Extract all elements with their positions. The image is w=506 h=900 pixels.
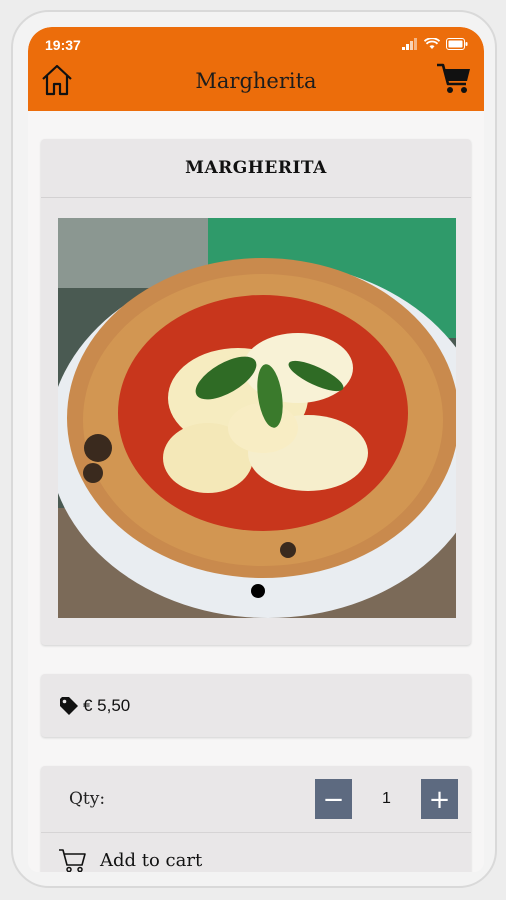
status-icons xyxy=(402,38,468,50)
status-time: 19:37 xyxy=(45,37,81,53)
product-card: MARGHERITA xyxy=(41,139,471,645)
app-screen: 19:37 Margherita MARGHERITA € 5,50 Qty: … xyxy=(28,27,484,872)
cart-icon xyxy=(437,63,470,93)
product-image xyxy=(58,218,456,618)
cart-outline-icon xyxy=(59,849,86,872)
increase-quantity-button[interactable]: + xyxy=(421,779,458,819)
cart-button[interactable] xyxy=(436,61,472,97)
signal-icon xyxy=(402,38,417,50)
add-to-cart-label: Add to cart xyxy=(100,849,203,871)
page-title: Margherita xyxy=(195,69,317,93)
top-app-bar: 19:37 Margherita xyxy=(28,27,484,111)
product-price: € 5,50 xyxy=(83,695,131,715)
add-to-cart-button[interactable]: Add to cart xyxy=(41,833,471,872)
decrease-quantity-button[interactable]: − xyxy=(315,779,352,819)
battery-icon xyxy=(446,38,468,50)
quantity-label: Qty: xyxy=(69,789,106,809)
price-tag-icon xyxy=(60,696,78,715)
price-card: € 5,50 xyxy=(41,674,471,737)
pizza-illustration xyxy=(58,218,456,618)
quantity-row: Qty: − 1 + xyxy=(41,766,471,833)
wifi-icon xyxy=(424,38,440,49)
quantity-value: 1 xyxy=(382,790,391,807)
product-title: MARGHERITA xyxy=(41,139,471,198)
phone-frame: 19:37 Margherita MARGHERITA € 5,50 Qty: … xyxy=(11,10,497,888)
order-card: Qty: − 1 + Add to cart xyxy=(41,766,471,872)
